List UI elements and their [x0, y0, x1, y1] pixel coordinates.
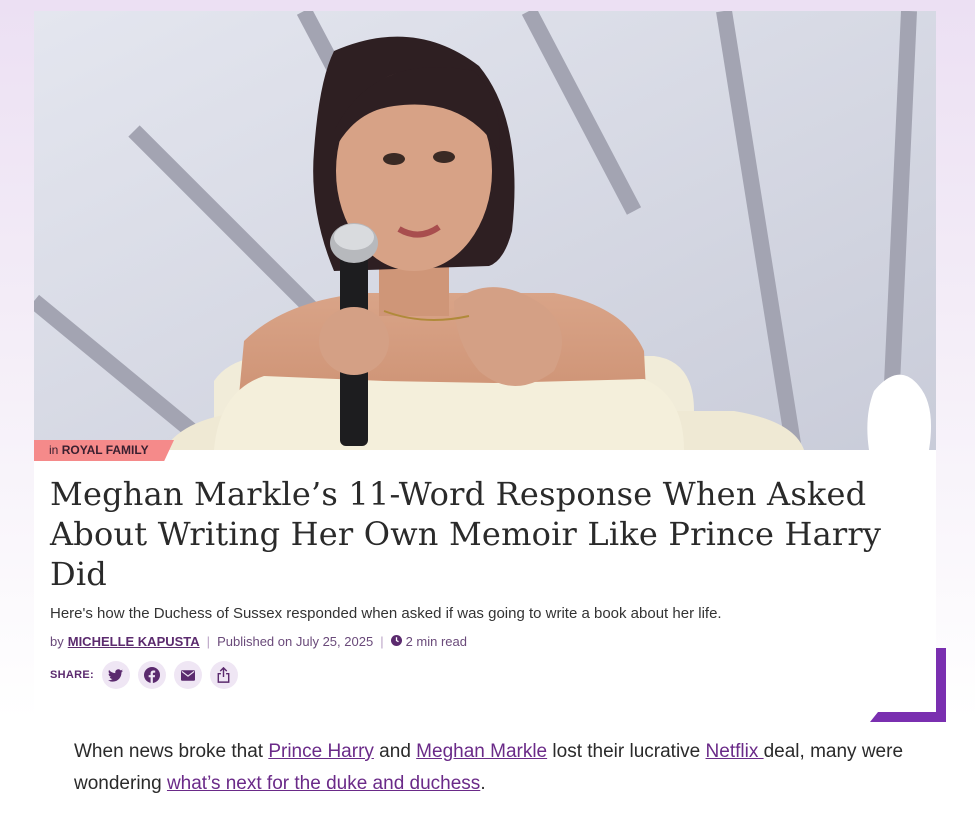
link-netflix[interactable]: Netflix	[706, 741, 764, 762]
body-text: .	[480, 773, 486, 794]
article-body-paragraph: When news broke that Prince Harry and Me…	[74, 736, 914, 800]
email-share-button[interactable]	[173, 661, 202, 689]
category-tag[interactable]: in ROYAL FAMILY	[34, 440, 174, 461]
publish-date: Published on July 25, 2025	[217, 634, 374, 649]
share-button[interactable]	[209, 661, 238, 689]
category-name[interactable]: ROYAL FAMILY	[62, 443, 149, 457]
article-title: Meghan Markle’s 11-Word Response When As…	[50, 475, 882, 593]
byline-by: by	[50, 634, 64, 649]
hero-image[interactable]	[34, 11, 936, 450]
email-icon	[180, 669, 195, 681]
author-link[interactable]: MICHELLE KAPUSTA	[68, 634, 200, 649]
byline-separator: |	[380, 634, 384, 649]
share-label: SHARE:	[50, 669, 94, 681]
link-meghan-markle[interactable]: Meghan Markle	[416, 741, 547, 762]
category-prefix: in	[49, 443, 59, 457]
byline-separator: |	[206, 634, 211, 649]
article-dek: Here's how the Duchess of Sussex respond…	[50, 605, 722, 622]
corner-accent	[870, 648, 946, 722]
clock-icon	[390, 634, 402, 649]
read-time: 2 min read	[405, 634, 467, 649]
share-bar: SHARE:	[50, 661, 246, 689]
facebook-share-button[interactable]	[137, 661, 166, 689]
share-icon	[218, 667, 230, 683]
facebook-icon	[143, 667, 160, 683]
link-prince-harry[interactable]: Prince Harry	[268, 741, 374, 762]
twitter-share-button[interactable]	[101, 661, 130, 689]
link-whats-next[interactable]: what’s next for the duke and duchess	[167, 773, 480, 794]
body-text: When news broke that	[74, 741, 269, 762]
byline: by MICHELLE KAPUSTA | Published on July …	[50, 634, 467, 649]
body-text: and	[373, 741, 417, 762]
twitter-icon	[108, 668, 124, 682]
body-text: lost their lucrative	[547, 741, 706, 762]
